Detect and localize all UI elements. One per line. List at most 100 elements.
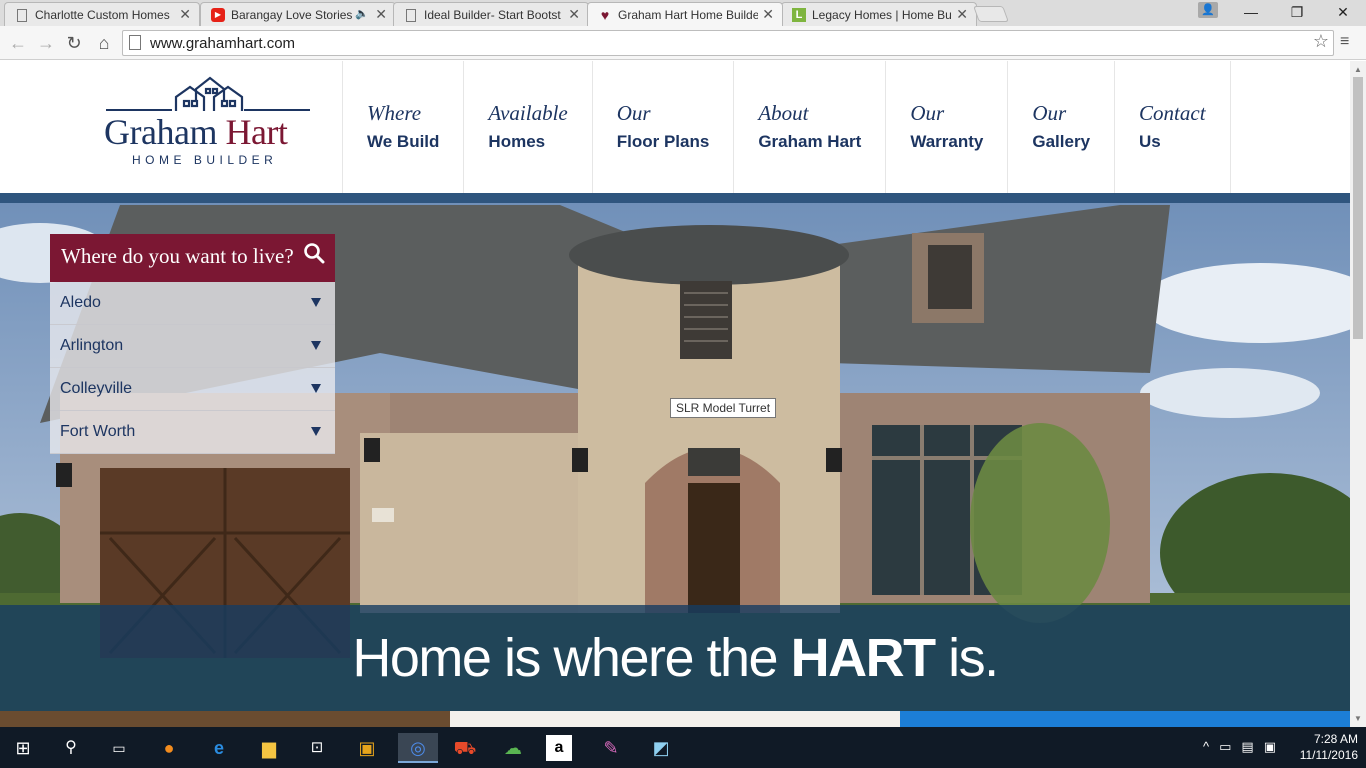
location-label: Colleyville [60, 380, 133, 397]
tagline: Home is where the HART is. [352, 628, 999, 688]
nav-line2: We Build [367, 132, 440, 151]
tab-ideal-builder[interactable]: Ideal Builder- Start Bootst ✕ [393, 2, 589, 26]
chat-icon[interactable]: ☁ [498, 733, 528, 763]
location-item-colleyville[interactable]: Colleyville [50, 368, 335, 411]
shop-icon[interactable]: ⛟ [450, 733, 480, 763]
taskbar-clock[interactable]: 7:28 AM 11/11/2016 [1300, 731, 1358, 763]
nav-about[interactable]: About Graham Hart [734, 61, 887, 193]
window-controls: — ❐ ✕ [1228, 0, 1366, 26]
close-icon[interactable]: ✕ [568, 6, 580, 23]
hero-banner: Where do you want to live? Aledo Arlingt… [0, 193, 1350, 711]
tagline-band: Home is where the HART is. [0, 605, 1350, 711]
store-icon[interactable]: ⊡ [302, 733, 332, 763]
speaker-icon[interactable]: 🔈 [355, 7, 369, 20]
tab-barangay-love-stories[interactable]: ▶ Barangay Love Stories 🔈 ✕ [200, 2, 396, 26]
feature-tiles [0, 711, 1350, 727]
tab-title: Charlotte Custom Homes [35, 8, 170, 22]
close-window-icon[interactable]: ✕ [1320, 0, 1366, 26]
location-search-header[interactable]: Where do you want to live? [50, 234, 335, 282]
feature-tile[interactable] [900, 711, 1350, 727]
back-arrow-icon[interactable]: ← [6, 31, 30, 55]
new-tab-button[interactable] [973, 6, 1009, 22]
firefox-icon[interactable]: ● [154, 733, 184, 763]
search-icon[interactable] [303, 242, 325, 264]
nav-line1: Where [367, 101, 422, 125]
nav-line2: Homes [488, 132, 546, 151]
location-item-arlington[interactable]: Arlington [50, 325, 335, 368]
file-explorer-icon[interactable]: ▆ [254, 733, 284, 763]
close-icon[interactable]: ✕ [956, 6, 968, 23]
nav-warranty[interactable]: Our Warranty [886, 61, 1009, 193]
location-label: Arlington [60, 337, 124, 354]
home-icon[interactable]: ⌂ [92, 31, 116, 55]
page-scrollbar[interactable]: ▲ ▼ [1350, 61, 1366, 727]
scrollbar-thumb[interactable] [1353, 77, 1363, 339]
browser-toolbar: ← → ↻ ⌂ www.grahamhart.com ☆ ≡ [0, 26, 1366, 60]
chrome-menu-icon[interactable]: ≡ [1340, 33, 1349, 51]
nav-line2: Us [1139, 132, 1161, 151]
heart-icon: ♥ [600, 7, 610, 23]
search-question: Where do you want to live? [61, 244, 294, 268]
tab-title: Barangay Love Stories [231, 8, 353, 22]
location-search-panel: Where do you want to live? Aledo Arlingt… [50, 234, 335, 454]
edge-icon[interactable]: e [204, 733, 234, 763]
location-label: Aledo [60, 294, 101, 311]
reload-icon[interactable]: ↻ [62, 31, 86, 55]
nav-line2: Floor Plans [616, 132, 710, 151]
forward-arrow-icon[interactable]: → [34, 31, 58, 55]
chevron-down-icon [311, 298, 321, 307]
tab-title: Legacy Homes | Home Bu [812, 8, 952, 22]
feature-tile[interactable] [450, 711, 900, 727]
notes-icon[interactable]: ▣ [352, 733, 382, 763]
amazon-icon[interactable]: a [546, 735, 572, 761]
task-view-icon[interactable]: ▭ [104, 733, 134, 763]
graham-hart-logo[interactable]: Graham Hart HOME BUILDER [104, 75, 314, 175]
feature-tile[interactable] [0, 711, 450, 727]
location-item-fort-worth[interactable]: Fort Worth [50, 411, 335, 454]
location-label: Fort Worth [60, 423, 136, 440]
nav-line2: Warranty [910, 132, 984, 151]
windows-icon[interactable]: ⊞ [8, 733, 38, 763]
paint-icon[interactable]: ✎ [596, 733, 626, 763]
nav-line1: Our [910, 101, 945, 125]
scroll-down-icon[interactable]: ▼ [1354, 714, 1362, 723]
hero-top-band [0, 193, 1350, 203]
url-text[interactable]: www.grahamhart.com [150, 35, 295, 52]
close-icon[interactable]: ✕ [179, 6, 191, 23]
bookmark-star-icon[interactable]: ☆ [1313, 31, 1329, 52]
tab-charlotte-custom-homes[interactable]: Charlotte Custom Homes ✕ [4, 2, 200, 26]
nav-gallery[interactable]: Our Gallery [1008, 61, 1116, 193]
scroll-up-icon[interactable]: ▲ [1354, 65, 1362, 74]
logo-subtitle: HOME BUILDER [132, 153, 278, 167]
clock-date: 11/11/2016 [1299, 748, 1358, 762]
close-icon[interactable]: ✕ [375, 6, 387, 23]
location-item-aledo[interactable]: Aledo [50, 282, 335, 325]
legacy-icon: L [792, 8, 806, 22]
nav-contact[interactable]: Contact Us [1115, 61, 1231, 193]
chevron-down-icon [311, 384, 321, 393]
chevron-down-icon [311, 341, 321, 350]
nav-available-homes[interactable]: Available Homes [464, 61, 593, 193]
restore-icon[interactable]: ❐ [1274, 0, 1320, 26]
browser-tab-strip: Charlotte Custom Homes ✕ ▶ Barangay Love… [0, 0, 1366, 26]
minimize-icon[interactable]: — [1228, 0, 1274, 26]
address-bar[interactable]: www.grahamhart.com ☆ [122, 30, 1334, 56]
system-tray[interactable]: ^▭▤▣ [1203, 739, 1286, 755]
page-icon [17, 9, 27, 22]
nav-where-we-build[interactable]: Where We Build [343, 61, 465, 193]
main-navigation: Where We Build Available Homes Our Floor… [342, 61, 1231, 193]
tab-graham-hart[interactable]: ♥ Graham Hart Home Builde ✕ [587, 2, 783, 26]
close-icon[interactable]: ✕ [762, 6, 774, 23]
logo-wordmark: Graham Hart [104, 112, 288, 152]
nav-floor-plans[interactable]: Our Floor Plans [593, 61, 735, 193]
tab-title: Graham Hart Home Builde [618, 8, 758, 22]
page-viewport: Graham Hart HOME BUILDER Where We Build … [0, 61, 1350, 727]
search-icon[interactable]: ⚲ [56, 733, 86, 763]
tab-legacy-homes[interactable]: L Legacy Homes | Home Bu ✕ [781, 2, 977, 26]
image-tooltip: SLR Model Turret [670, 398, 777, 418]
nav-line1: About [758, 101, 809, 125]
page-info-icon[interactable] [129, 35, 141, 50]
chrome-icon[interactable]: ◎ [398, 733, 438, 763]
tablet-icon[interactable]: ◩ [646, 733, 676, 763]
user-profile-icon[interactable]: 👤 [1198, 2, 1218, 18]
